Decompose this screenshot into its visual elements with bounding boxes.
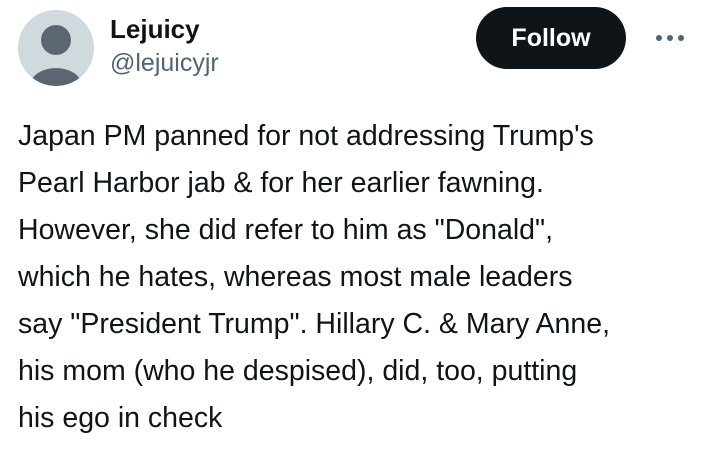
tweet-text: Japan PM panned for not addressing Trump… [18, 120, 611, 434]
more-options-button[interactable] [650, 26, 690, 50]
tweet-card: Lejuicy @lejuicyjr Follow Japan PM panne… [0, 0, 709, 451]
author-display-name[interactable]: Lejuicy [110, 14, 219, 44]
default-avatar-icon [18, 10, 94, 86]
follow-button[interactable]: Follow [476, 7, 626, 69]
avatar[interactable] [18, 10, 94, 86]
more-horizontal-icon [656, 35, 684, 41]
author-identity: Lejuicy @lejuicyjr [110, 14, 219, 78]
author-handle[interactable]: @lejuicyjr [110, 48, 219, 78]
